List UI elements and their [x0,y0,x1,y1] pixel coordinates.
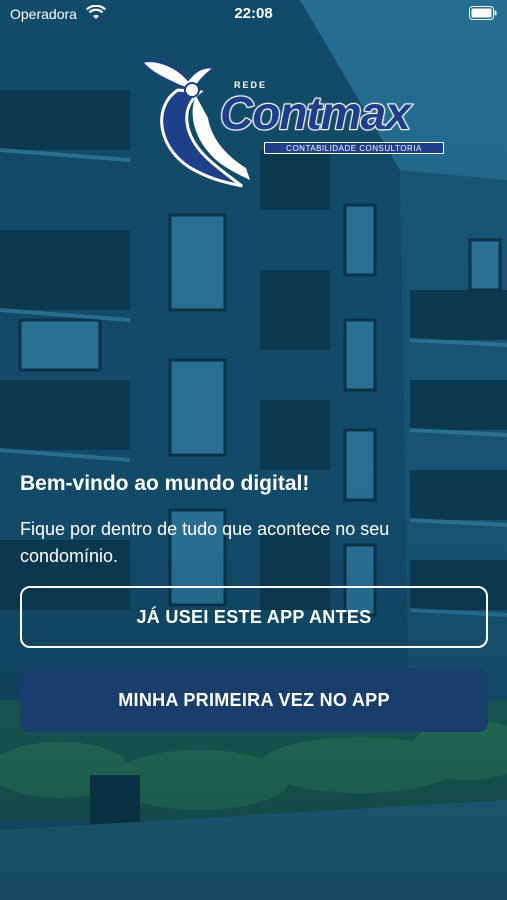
welcome-text: Fique por dentro de tudo que acontece no… [20,519,390,566]
battery-icon [469,6,497,20]
returning-user-button-label: JÁ USEI ESTE APP ANTES [136,606,372,627]
logo-wordmark: Contmax [219,86,412,140]
returning-user-button[interactable]: JÁ USEI ESTE APP ANTES [20,586,488,648]
first-time-button[interactable]: MINHA PRIMEIRA VEZ NO APP [20,668,488,732]
logo-tagline: CONTABILIDADE CONSULTORIA [264,142,444,154]
clock: 22:08 [234,5,273,22]
welcome-title: Bem-vindo ao mundo digital! [20,472,310,495]
first-time-button-label: MINHA PRIMEIRA VEZ NO APP [118,689,390,710]
status-bar: Operadora 22:08 [0,0,507,28]
contmax-logo: REDE Contmax CONTABILIDADE CONSULTORIA [138,56,444,188]
